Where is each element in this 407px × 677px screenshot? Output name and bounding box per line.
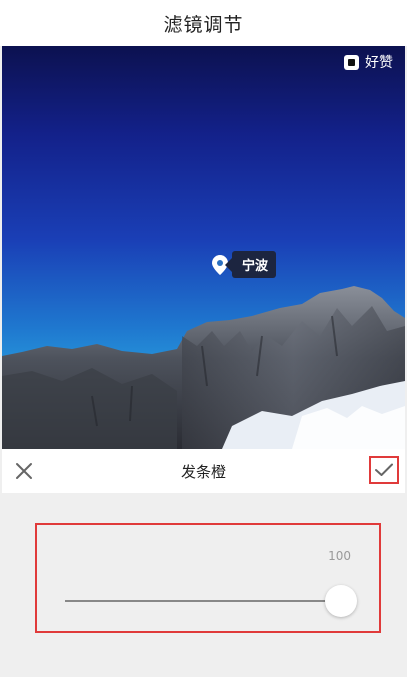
location-label: 宁波 <box>232 251 277 278</box>
mountain-image <box>2 286 405 449</box>
app-watermark: 好赞 <box>344 52 393 72</box>
check-icon <box>375 463 393 476</box>
slider-track[interactable] <box>65 600 341 602</box>
slider-thumb[interactable] <box>325 585 357 617</box>
title-bar: 滤镜调节 <box>0 0 407 46</box>
close-icon <box>16 463 32 479</box>
filter-bar: 发条橙 <box>2 449 405 493</box>
filter-name: 发条橙 <box>180 462 226 481</box>
confirm-button[interactable] <box>369 456 399 484</box>
photo-preview: 好赞 宁波 <box>2 46 405 449</box>
slider-value: 100 <box>328 549 351 563</box>
location-tag[interactable]: 宁波 <box>212 251 277 278</box>
filter-adjust-screen: 滤镜调节 好赞 宁波 发条橙 100 <box>0 0 407 677</box>
watermark-text: 好赞 <box>365 55 393 71</box>
page-title: 滤镜调节 <box>163 13 244 36</box>
intensity-slider-panel: 100 <box>35 523 381 633</box>
logo-icon <box>344 54 359 70</box>
close-button[interactable] <box>12 459 36 483</box>
